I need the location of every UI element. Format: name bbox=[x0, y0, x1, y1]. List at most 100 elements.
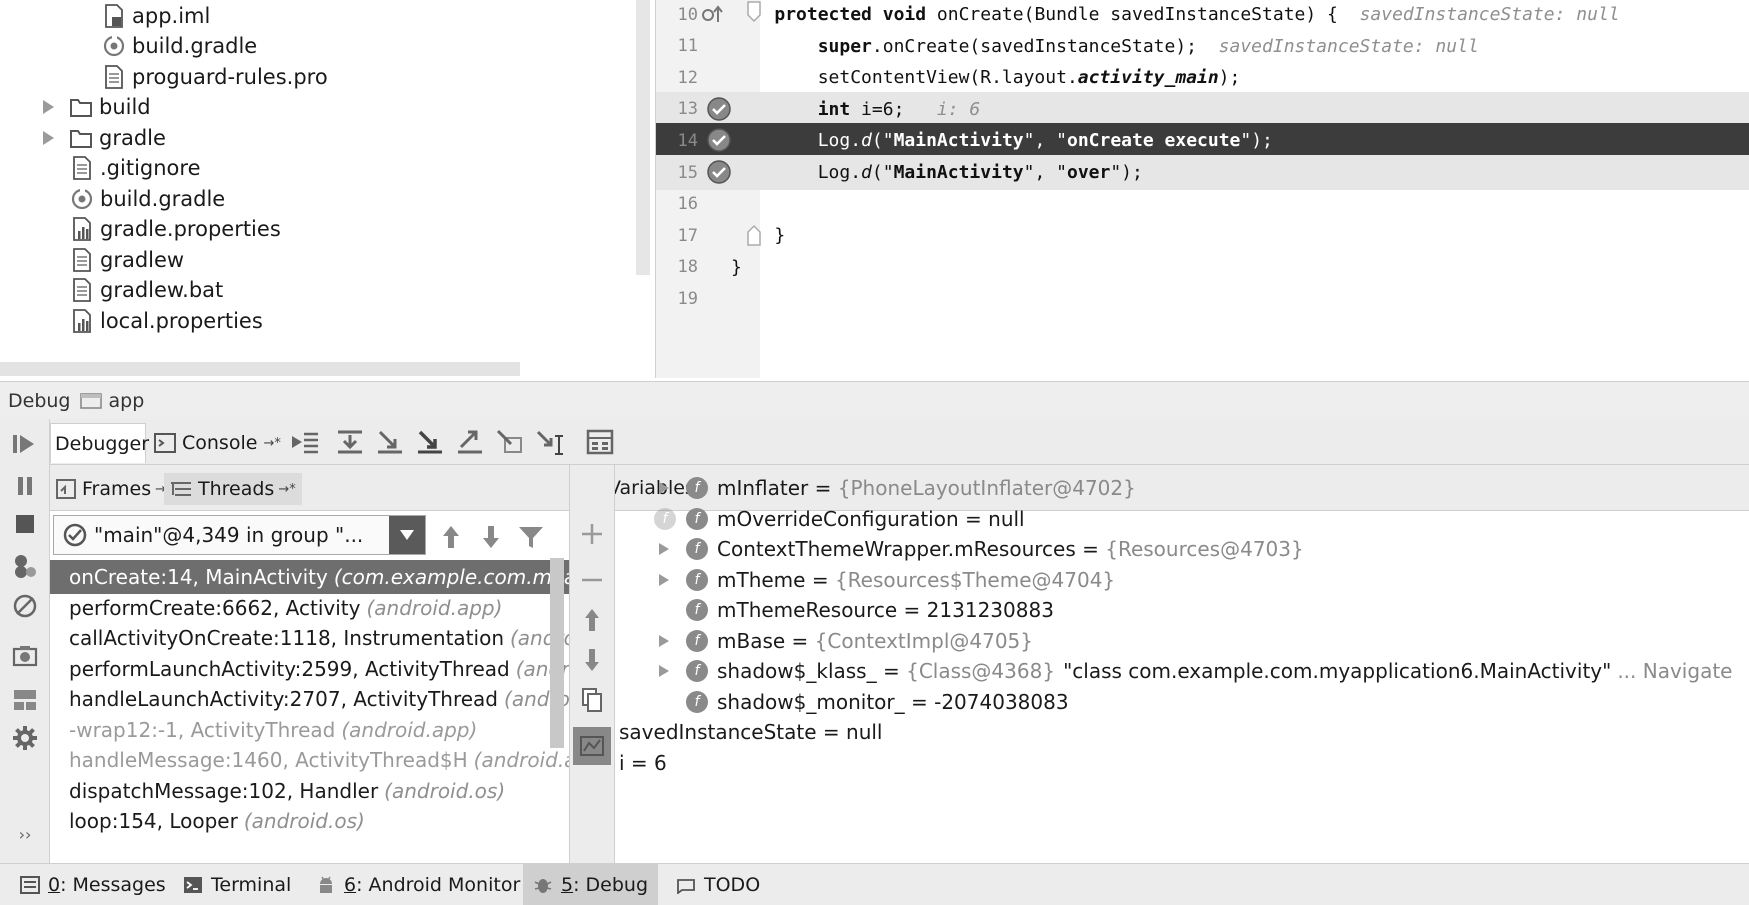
frame-row[interactable]: loop:154, Looper (android.os) bbox=[50, 804, 569, 838]
frame-row[interactable]: -wrap12:-1, ActivityThread (android.app) bbox=[50, 713, 569, 747]
code-line[interactable]: 15 Log.d("MainActivity", "over"); bbox=[656, 155, 1749, 190]
code-editor[interactable]: 10 protected void onCreate(Bundle savedI… bbox=[655, 0, 1749, 378]
stop-button[interactable] bbox=[10, 509, 40, 539]
frame-row[interactable]: performCreate:6662, Activity (android.app… bbox=[50, 591, 569, 625]
variable-row[interactable]: f mThemeResource = 2131230883 bbox=[657, 593, 1054, 627]
tree-item[interactable]: gradlew.bat bbox=[71, 275, 223, 305]
variable-row[interactable]: f ContextThemeWrapper.mResources = {Resou… bbox=[657, 532, 1304, 566]
new-watch-button[interactable] bbox=[577, 519, 607, 549]
expand-arrow-icon[interactable] bbox=[657, 634, 671, 648]
frame-row[interactable]: handleLaunchActivity:2707, ActivityThrea… bbox=[50, 682, 569, 716]
frame-row[interactable]: dispatchMessage:102, Handler (android.os) bbox=[50, 774, 569, 808]
variable-row[interactable]: f mTheme = {Resources$Theme@4704} bbox=[657, 563, 1115, 597]
variable-row[interactable]: f mOverrideConfiguration = null bbox=[657, 502, 1025, 536]
restore-layout-button[interactable] bbox=[10, 685, 40, 715]
variable-row[interactable]: f mInflater = {PhoneLayoutInflater@4702} bbox=[657, 471, 1136, 505]
variable-row[interactable]: f shadow$_klass_ = {Class@4368} "class com… bbox=[657, 654, 1732, 688]
code-line[interactable]: 13 int i=6; i: 6 bbox=[656, 91, 1749, 127]
line-number[interactable]: 12 bbox=[662, 68, 698, 88]
variable-row[interactable]: f shadow$_monitor_ = -2074038083 bbox=[657, 685, 1069, 719]
filter-frames-button[interactable] bbox=[516, 522, 546, 552]
variable-row[interactable]: f mBase = {ContextImpl@4705} bbox=[657, 624, 1033, 658]
project-tree-scrollbar[interactable] bbox=[636, 0, 650, 275]
expand-arrow-icon[interactable] bbox=[657, 481, 671, 495]
line-number[interactable]: 17 bbox=[662, 226, 698, 246]
next-frame-button[interactable] bbox=[476, 522, 506, 552]
tree-item[interactable]: .gitignore bbox=[71, 153, 201, 183]
tree-item[interactable]: proguard-rules.pro bbox=[103, 62, 328, 92]
tree-item[interactable]: app.iml bbox=[103, 1, 210, 31]
tab-console[interactable]: Console →* bbox=[154, 423, 284, 463]
move-watch-down-button[interactable] bbox=[577, 645, 607, 675]
tab-debugger[interactable]: Debugger bbox=[50, 423, 149, 463]
resume-program-button[interactable] bbox=[10, 429, 40, 459]
mute-breakpoints-button[interactable] bbox=[10, 591, 40, 621]
thread-selector[interactable]: "main"@4,349 in group "... bbox=[53, 515, 426, 555]
force-step-into-button[interactable] bbox=[415, 428, 445, 456]
frame-row[interactable]: onCreate:14, MainActivity (com.example.co… bbox=[50, 560, 569, 594]
frame-row[interactable]: callActivityOnCreate:1118, Instrumentati… bbox=[50, 621, 569, 655]
move-watch-up-button[interactable] bbox=[577, 605, 607, 635]
tab-threads[interactable]: Threads →* bbox=[164, 473, 302, 505]
copy-watch-button[interactable] bbox=[577, 685, 607, 715]
line-number[interactable]: 16 bbox=[662, 194, 698, 214]
line-number[interactable]: 14 bbox=[662, 131, 698, 151]
settings-button[interactable] bbox=[10, 723, 40, 753]
code-line[interactable]: 10 protected void onCreate(Bundle savedI… bbox=[656, 0, 1749, 32]
frame-row[interactable]: performLaunchActivity:2599, ActivityThre… bbox=[50, 652, 569, 686]
code-line[interactable]: 14 Log.d("MainActivity", "onCreate execu… bbox=[656, 123, 1749, 159]
tab-frames[interactable]: Frames →* bbox=[50, 473, 179, 505]
tree-item[interactable]: local.properties bbox=[71, 306, 263, 336]
breakpoint-icon[interactable] bbox=[706, 127, 732, 153]
tree-item[interactable]: gradle.properties bbox=[71, 214, 281, 244]
remove-watch-button[interactable] bbox=[577, 565, 607, 595]
code-line[interactable]: 16 bbox=[656, 187, 1749, 222]
line-number[interactable]: 18 bbox=[662, 257, 698, 277]
expand-arrow-icon[interactable] bbox=[657, 573, 671, 587]
tool-window-tab[interactable]: Terminal bbox=[173, 864, 301, 905]
pause-program-button[interactable] bbox=[10, 471, 40, 501]
variable-row[interactable]: 01i = 6 bbox=[615, 746, 667, 780]
frame-row[interactable]: handleMessage:1460, ActivityThread$H (and… bbox=[50, 743, 569, 777]
step-out-button[interactable] bbox=[455, 428, 485, 456]
code-line[interactable]: 11 super.onCreate(savedInstanceState); s… bbox=[656, 29, 1749, 64]
tree-item[interactable]: build.gradle bbox=[103, 31, 257, 61]
line-number[interactable]: 11 bbox=[662, 36, 698, 56]
code-line[interactable]: 12 setContentView(R.layout.activity_main… bbox=[656, 60, 1749, 95]
tool-window-tab[interactable]: 5: Debug bbox=[523, 864, 659, 905]
tool-window-tab[interactable]: TODO bbox=[666, 864, 770, 905]
evaluate-expression-button[interactable] bbox=[585, 428, 615, 456]
line-number[interactable]: 10 bbox=[662, 5, 698, 25]
expand-arrow-icon[interactable] bbox=[657, 542, 671, 556]
code-line[interactable]: 19 bbox=[656, 281, 1749, 316]
view-breakpoints-button[interactable] bbox=[10, 551, 40, 581]
tool-window-tab[interactable]: 6: Android Monitor bbox=[306, 864, 530, 905]
show-watches-toggle[interactable] bbox=[573, 727, 611, 765]
tree-item[interactable]: build bbox=[40, 92, 151, 122]
code-line[interactable]: 17 } bbox=[656, 218, 1749, 253]
breakpoint-icon[interactable] bbox=[706, 96, 732, 122]
previous-frame-button[interactable] bbox=[436, 522, 466, 552]
expand-arrow-icon[interactable] bbox=[657, 664, 671, 678]
code-line[interactable]: 18} bbox=[656, 250, 1749, 285]
variable-row[interactable]: savedInstanceState = null bbox=[615, 715, 882, 749]
show-execution-point-button[interactable] bbox=[290, 428, 320, 456]
run-to-cursor-button[interactable] bbox=[535, 428, 565, 456]
project-tree-horizontal-scrollbar[interactable] bbox=[0, 362, 520, 376]
thread-dropdown-button[interactable] bbox=[389, 516, 425, 554]
line-number[interactable]: 19 bbox=[662, 289, 698, 309]
tree-item[interactable]: gradle bbox=[40, 123, 166, 153]
tree-item[interactable]: gradlew bbox=[71, 245, 184, 275]
drop-frame-button[interactable] bbox=[495, 428, 525, 456]
step-into-button[interactable] bbox=[375, 428, 405, 456]
line-number[interactable]: 15 bbox=[662, 163, 698, 183]
tree-item[interactable]: build.gradle bbox=[71, 184, 225, 214]
frames-scrollbar[interactable] bbox=[550, 558, 564, 748]
tool-window-tab[interactable]: 0: Messages bbox=[10, 864, 176, 905]
more-actions-button[interactable]: ›› bbox=[10, 819, 40, 849]
debug-config-name[interactable]: app bbox=[108, 390, 144, 412]
step-over-button[interactable] bbox=[335, 428, 365, 456]
breakpoint-icon[interactable] bbox=[706, 159, 732, 185]
get-thread-dump-button[interactable] bbox=[10, 641, 40, 671]
navigate-link[interactable]: ... Navigate bbox=[1617, 659, 1732, 683]
